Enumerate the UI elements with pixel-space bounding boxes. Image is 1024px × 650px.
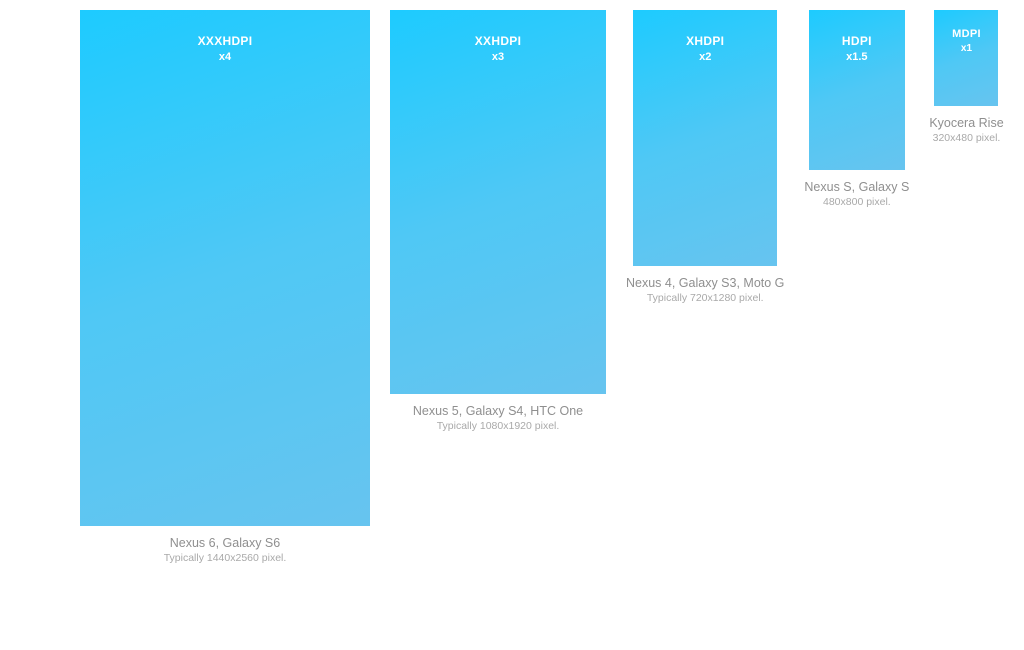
density-devices: Nexus 6, Galaxy S6 <box>164 536 287 550</box>
density-box-mdpi: MDPI x1 <box>934 10 998 106</box>
density-xxxhdpi: XXXHDPI x4 Nexus 6, Galaxy S6 Typically … <box>80 10 370 564</box>
density-caption: Nexus 5, Galaxy S4, HTC One Typically 10… <box>413 404 583 432</box>
density-devices: Nexus S, Galaxy S <box>804 180 909 194</box>
density-multiplier: x1.5 <box>846 51 867 63</box>
density-resolution: 480x800 pixel. <box>804 196 909 208</box>
density-label: XXHDPI <box>475 34 521 48</box>
density-caption: Nexus S, Galaxy S 480x800 pixel. <box>804 180 909 208</box>
density-multiplier: x1 <box>961 43 972 54</box>
density-devices: Kyocera Rise <box>929 116 1003 130</box>
density-multiplier: x3 <box>492 51 504 63</box>
density-box-xhdpi: XHDPI x2 <box>633 10 777 266</box>
density-mdpi: MDPI x1 Kyocera Rise 320x480 pixel. <box>929 10 1003 144</box>
density-multiplier: x2 <box>699 51 711 63</box>
density-xhdpi: XHDPI x2 Nexus 4, Galaxy S3, Moto G Typi… <box>626 10 784 304</box>
density-resolution: Typically 1080x1920 pixel. <box>413 420 583 432</box>
density-resolution: Typically 720x1280 pixel. <box>626 292 784 304</box>
density-box-hdpi: HDPI x1.5 <box>809 10 905 170</box>
density-box-xxhdpi: XXHDPI x3 <box>390 10 606 394</box>
density-xxhdpi: XXHDPI x3 Nexus 5, Galaxy S4, HTC One Ty… <box>390 10 606 432</box>
density-caption: Nexus 6, Galaxy S6 Typically 1440x2560 p… <box>164 536 287 564</box>
density-label: MDPI <box>952 28 981 40</box>
density-label: XXXHDPI <box>198 34 253 48</box>
density-multiplier: x4 <box>219 51 231 63</box>
density-box-xxxhdpi: XXXHDPI x4 <box>80 10 370 526</box>
density-devices: Nexus 4, Galaxy S3, Moto G <box>626 276 784 290</box>
density-caption: Kyocera Rise 320x480 pixel. <box>929 116 1003 144</box>
density-caption: Nexus 4, Galaxy S3, Moto G Typically 720… <box>626 276 784 304</box>
density-label: XHDPI <box>686 34 724 48</box>
density-diagram: XXXHDPI x4 Nexus 6, Galaxy S6 Typically … <box>80 10 1024 564</box>
density-resolution: 320x480 pixel. <box>929 132 1003 144</box>
density-label: HDPI <box>842 34 872 48</box>
density-devices: Nexus 5, Galaxy S4, HTC One <box>413 404 583 418</box>
density-hdpi: HDPI x1.5 Nexus S, Galaxy S 480x800 pixe… <box>804 10 909 208</box>
density-resolution: Typically 1440x2560 pixel. <box>164 552 287 564</box>
